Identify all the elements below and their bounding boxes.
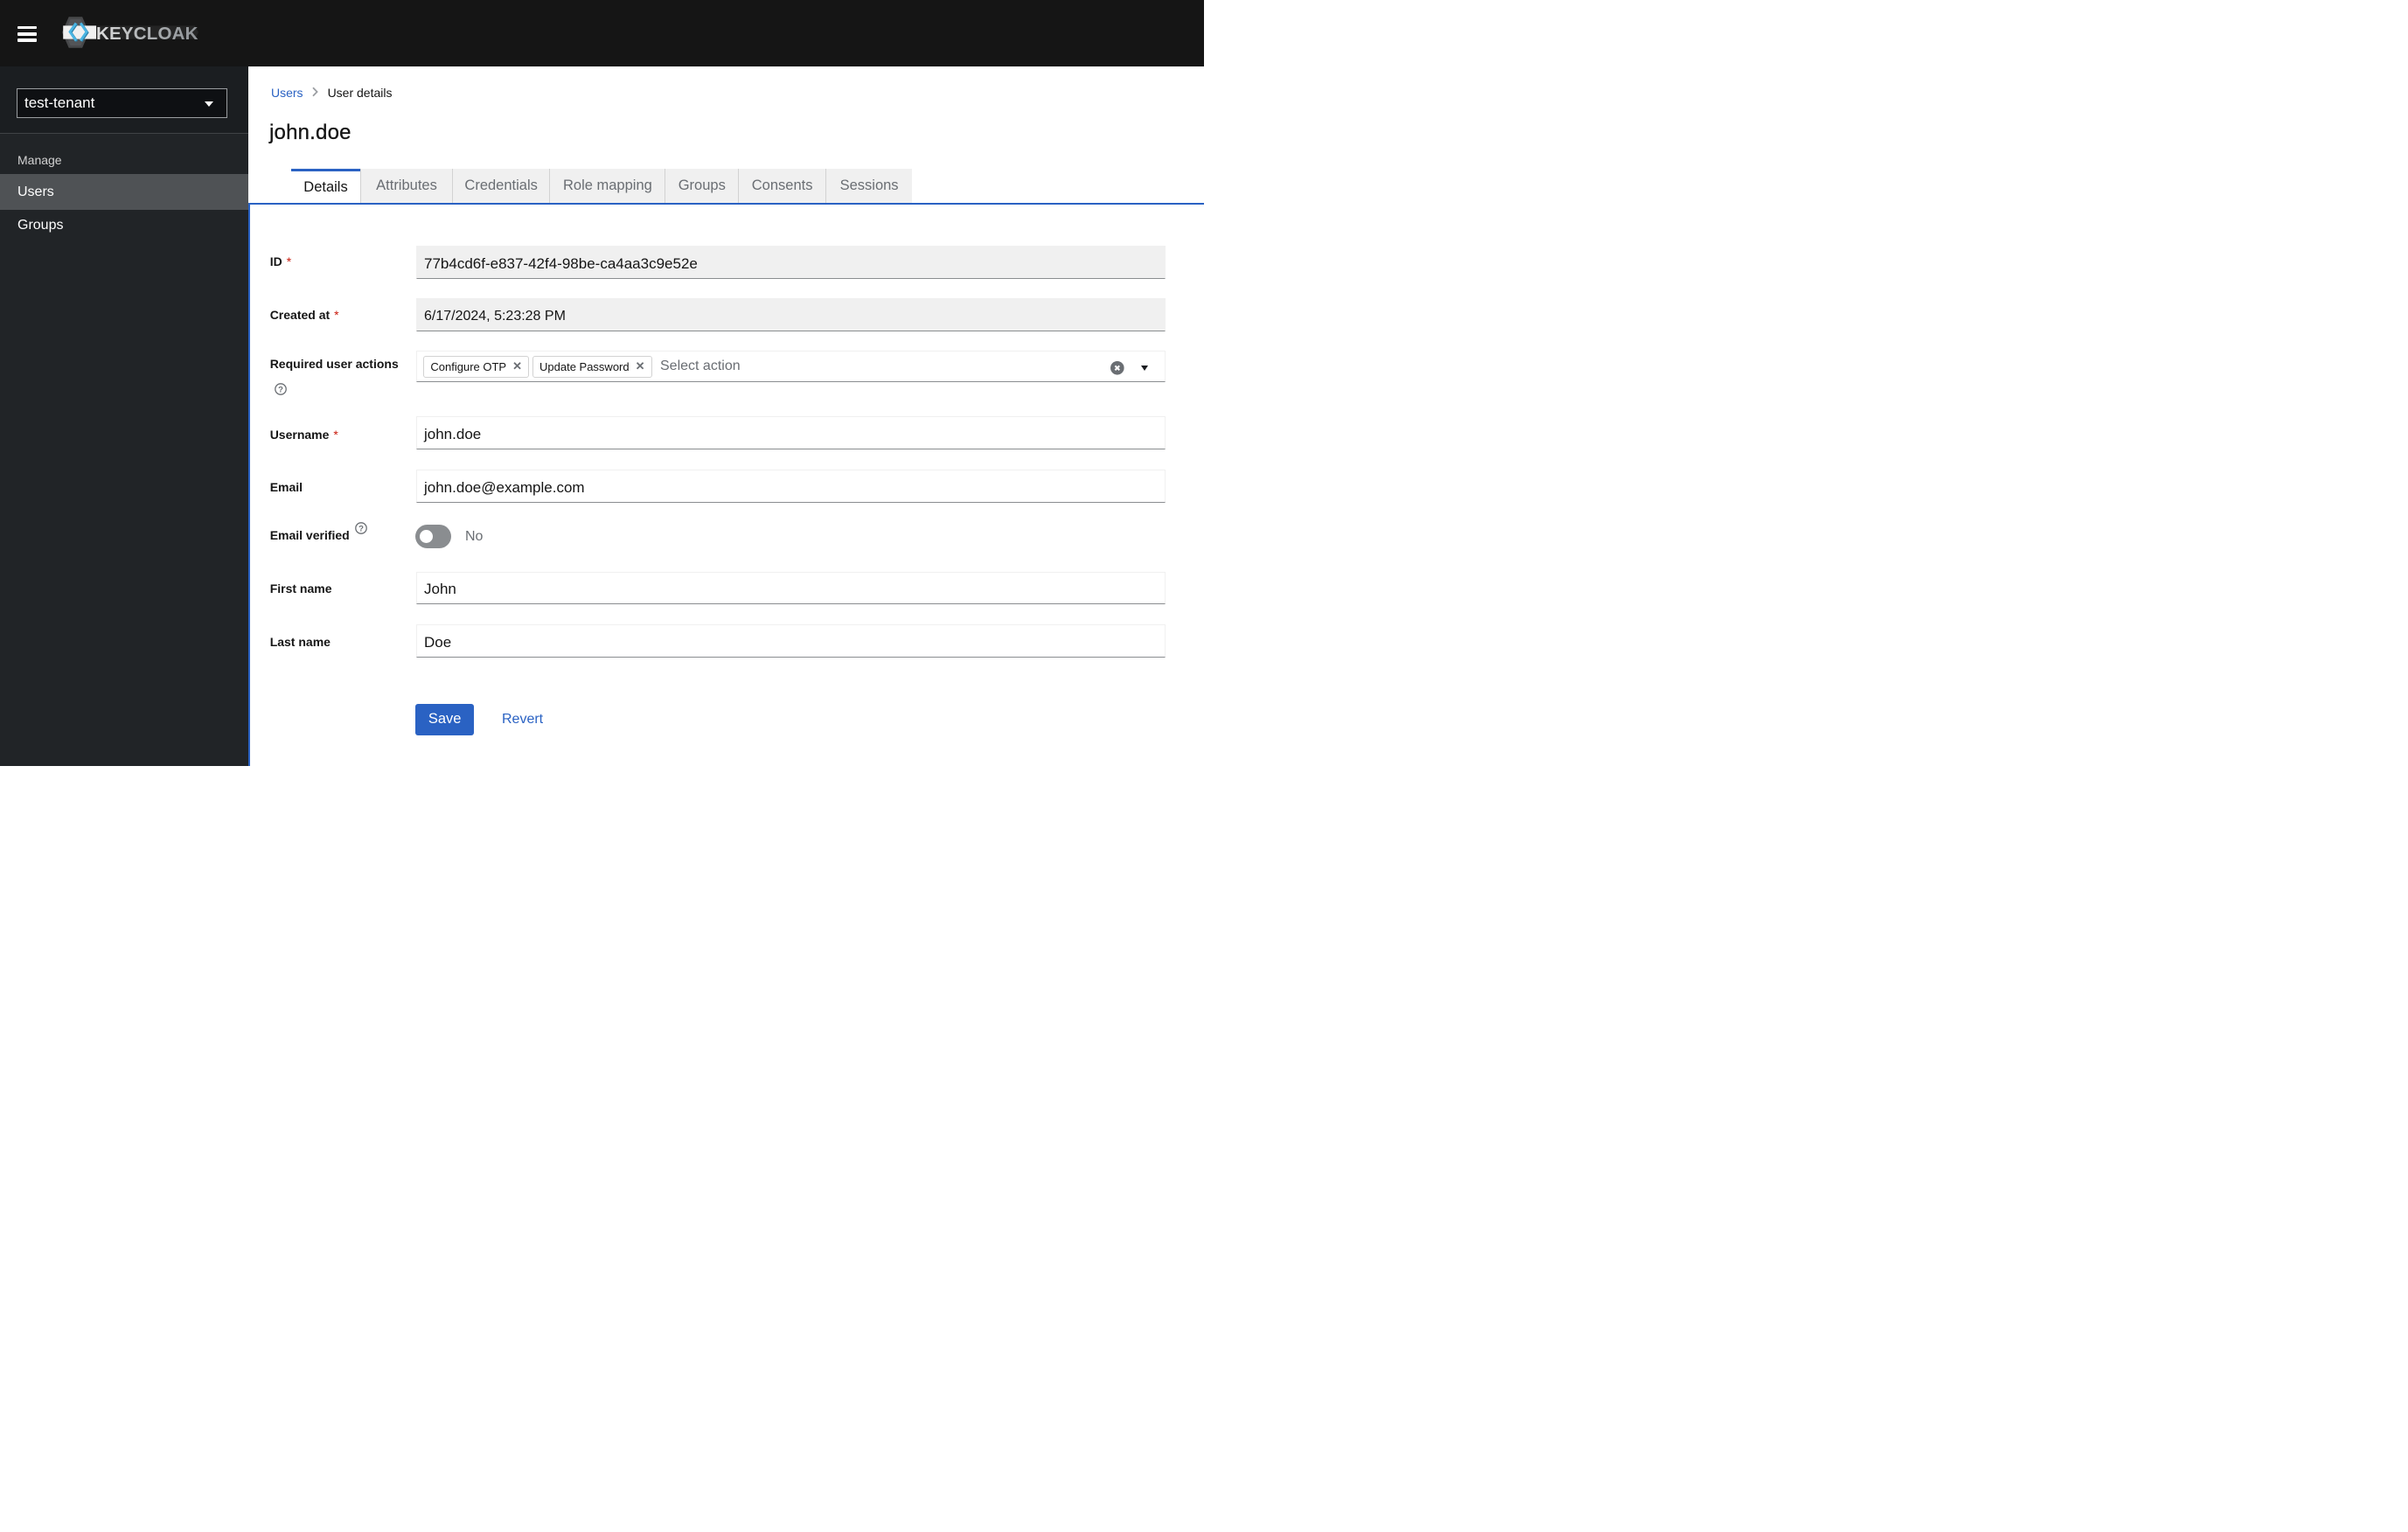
svg-text:?: ?: [358, 524, 364, 533]
svg-text:KEYCLOAK: KEYCLOAK: [96, 24, 198, 44]
svg-text:?: ?: [278, 385, 283, 394]
